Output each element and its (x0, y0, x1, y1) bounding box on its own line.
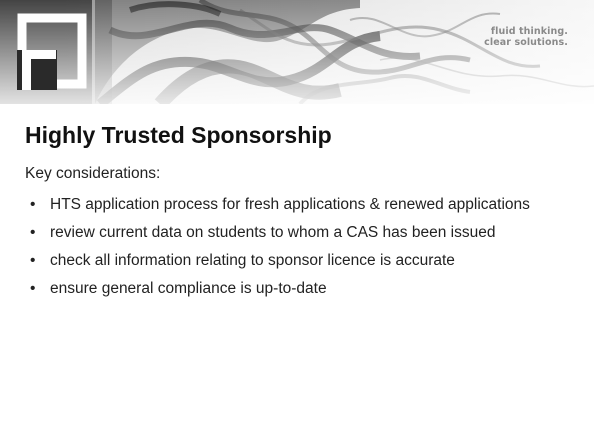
bullet-icon: • (30, 280, 36, 297)
bullet-icon: • (30, 196, 36, 213)
slide-title: Highly Trusted Sponsorship (25, 122, 332, 148)
bullet-list: • HTS application process for fresh appl… (25, 195, 545, 307)
tagline: fluid thinking. clear solutions. (484, 26, 568, 48)
header-banner: fluid thinking. clear solutions. (0, 0, 594, 104)
slide: fluid thinking. clear solutions. Highly … (0, 0, 594, 445)
bullet-text: ensure general compliance is up-to-date (50, 280, 327, 297)
intro-text: Key considerations: (25, 165, 161, 182)
bullet-item: • ensure general compliance is up-to-dat… (25, 279, 545, 298)
bullet-icon: • (30, 224, 36, 241)
bullet-icon: • (30, 252, 36, 269)
bullet-text: review current data on students to whom … (50, 224, 496, 241)
bullet-item: • check all information relating to spon… (25, 251, 545, 270)
bullet-item: • HTS application process for fresh appl… (25, 195, 545, 214)
tagline-line-2: clear solutions. (484, 37, 568, 48)
bullet-text: check all information relating to sponso… (50, 252, 455, 269)
bullet-text: HTS application process for fresh applic… (50, 196, 530, 213)
bullet-item: • review current data on students to who… (25, 223, 545, 242)
tagline-line-1: fluid thinking. (490, 26, 568, 37)
smoke-background-image (0, 0, 594, 104)
